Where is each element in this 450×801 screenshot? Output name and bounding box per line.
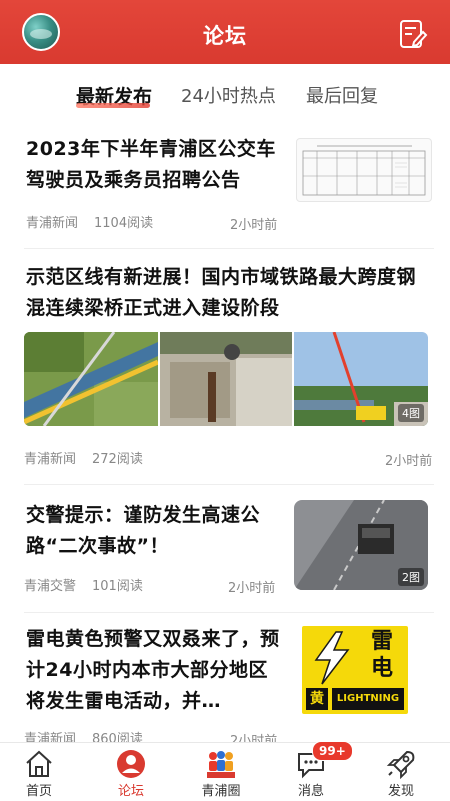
- lightning-bolt-icon: [306, 630, 356, 686]
- nav-messages[interactable]: 99+ 消息: [276, 741, 353, 801]
- divider: [24, 484, 434, 485]
- warning-char-huang: 黄: [306, 688, 328, 710]
- construction-site-image: [160, 332, 292, 426]
- document-table-image: [302, 145, 426, 196]
- message-count-badge: 99+: [312, 741, 353, 761]
- page-title: 论坛: [203, 24, 247, 48]
- article-source: 青浦新闻: [24, 452, 77, 467]
- article-reads: 1104阅读: [94, 216, 154, 231]
- tab-last-reply[interactable]: 最后回复: [306, 82, 378, 108]
- tab-24h-hot[interactable]: 24小时热点: [181, 82, 276, 108]
- article-reads: 272阅读: [92, 452, 143, 467]
- divider: [24, 248, 434, 249]
- top-bar: 论坛: [0, 0, 450, 64]
- nav-home[interactable]: 首页: [4, 743, 74, 801]
- image-count-badge: 2图: [398, 568, 424, 586]
- edit-post-icon[interactable]: [396, 18, 428, 50]
- forum-icon: [117, 750, 145, 778]
- article-time: 2小时前: [228, 581, 276, 596]
- community-icon: [207, 751, 235, 778]
- aerial-map-image: [24, 332, 158, 426]
- article-title[interactable]: 示范区线有新进展！国内市域铁路最大跨度钢混连续梁桥正式进入建设阶段: [26, 262, 432, 324]
- bottom-nav: 首页 论坛 青浦圈 99+ 消息 发现: [0, 741, 450, 801]
- article-image[interactable]: 4图: [294, 332, 428, 426]
- nav-forum[interactable]: 论坛: [96, 743, 166, 801]
- article-title[interactable]: 雷电黄色预警又双叒来了，预计24小时内本市大部分地区将发生雷电活动，并…: [26, 624, 282, 717]
- nav-qingpu-circle[interactable]: 青浦圈: [186, 743, 256, 801]
- feed-tabs: 最新发布 24小时热点 最后回复: [0, 82, 450, 112]
- article-title[interactable]: 2023年下半年青浦区公交车驾驶员及乘务员招聘公告: [26, 134, 282, 196]
- warning-label-lightning: LIGHTNING: [332, 688, 404, 710]
- warning-char-dian: 电: [370, 656, 393, 681]
- article-thumbnail[interactable]: [296, 138, 432, 202]
- active-tab-indicator: [76, 103, 150, 108]
- image-count-badge: 4图: [398, 404, 424, 422]
- nav-discover[interactable]: 发现: [366, 743, 436, 801]
- article-time: 2小时前: [230, 218, 278, 233]
- rocket-icon: [386, 750, 415, 779]
- divider: [24, 612, 434, 613]
- article-source: 青浦交警: [24, 579, 77, 594]
- lightning-warning-image[interactable]: 雷 电 黄 LIGHTNING: [302, 626, 408, 714]
- warning-char-lei: 雷: [370, 629, 393, 654]
- article-image[interactable]: [24, 332, 158, 426]
- article-thumbnail[interactable]: 2图: [294, 500, 428, 590]
- article-image[interactable]: [160, 332, 292, 426]
- home-icon: [26, 750, 52, 777]
- article-reads: 101阅读: [92, 579, 143, 594]
- article-title[interactable]: 交警提示：谨防发生高速公路“二次事故”！: [26, 500, 280, 562]
- article-source: 青浦新闻: [26, 216, 79, 231]
- article-time: 2小时前: [385, 454, 433, 469]
